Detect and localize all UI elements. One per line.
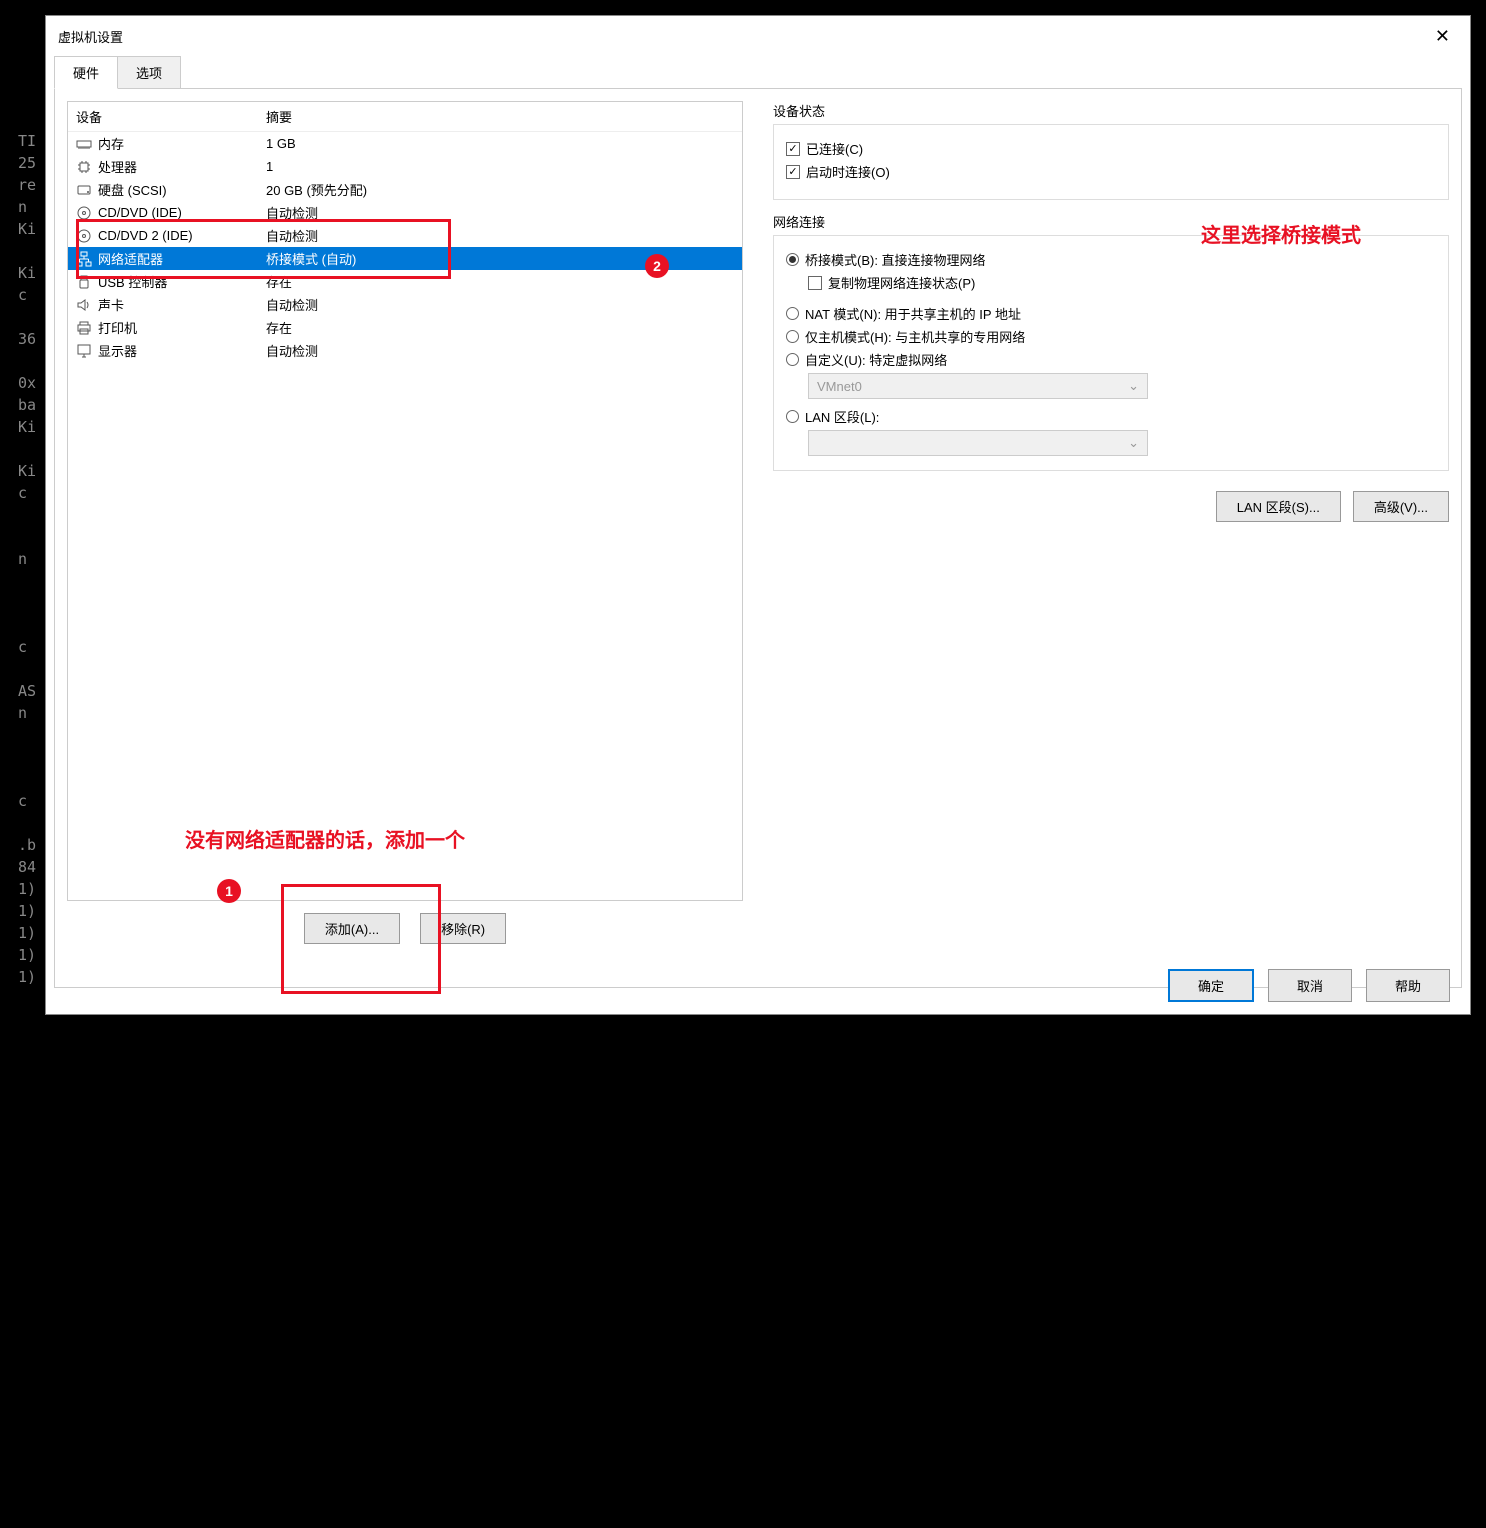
cd-icon bbox=[76, 228, 92, 244]
device-name: 声卡 bbox=[98, 295, 124, 314]
label-nat: NAT 模式(N): 用于共享主机的 IP 地址 bbox=[805, 304, 1021, 323]
vm-settings-dialog: 虚拟机设置 ✕ 硬件 选项 设备 摘要 内存 1 GB 处理器 1 bbox=[45, 15, 1471, 1015]
annotation-text-2: 没有网络适配器的话，添加一个 bbox=[185, 824, 465, 853]
lan-select: ⌄ bbox=[808, 430, 1148, 456]
device-name: USB 控制器 bbox=[98, 272, 167, 291]
titlebar: 虚拟机设置 ✕ bbox=[46, 16, 1470, 56]
vmnet-select: VMnet0 ⌄ bbox=[808, 373, 1148, 399]
device-summary: 自动检测 bbox=[266, 226, 734, 245]
footer-buttons: 确定 取消 帮助 bbox=[1168, 969, 1450, 1002]
device-summary: 自动检测 bbox=[266, 295, 734, 314]
device-state-group: ✓ 已连接(C) ✓ 启动时连接(O) bbox=[773, 124, 1449, 200]
device-row[interactable]: 处理器 1 bbox=[68, 155, 742, 178]
device-summary: 自动检测 bbox=[266, 203, 734, 222]
col-device: 设备 bbox=[76, 107, 266, 126]
tab-hardware[interactable]: 硬件 bbox=[54, 56, 118, 89]
device-name: 打印机 bbox=[98, 318, 137, 337]
radio-bridged[interactable] bbox=[786, 253, 799, 266]
device-name: CD/DVD 2 (IDE) bbox=[98, 228, 193, 243]
label-custom: 自定义(U): 特定虚拟网络 bbox=[805, 350, 947, 369]
usb-icon bbox=[76, 274, 92, 290]
close-button[interactable]: ✕ bbox=[1427, 24, 1458, 49]
device-name: CD/DVD (IDE) bbox=[98, 205, 182, 220]
chevron-down-icon: ⌄ bbox=[1128, 435, 1139, 451]
cancel-button[interactable]: 取消 bbox=[1268, 969, 1352, 1002]
device-name: 内存 bbox=[98, 134, 124, 153]
device-state-title: 设备状态 bbox=[773, 101, 1449, 120]
memory-icon bbox=[76, 136, 92, 152]
device-row[interactable]: 打印机 存在 bbox=[68, 316, 742, 339]
device-row[interactable]: CD/DVD (IDE) 自动检测 bbox=[68, 201, 742, 224]
checkbox-connected[interactable]: ✓ bbox=[786, 142, 800, 156]
help-button[interactable]: 帮助 bbox=[1366, 969, 1450, 1002]
sound-icon bbox=[76, 297, 92, 313]
radio-custom[interactable] bbox=[786, 353, 799, 366]
cpu-icon bbox=[76, 159, 92, 175]
device-row[interactable]: 硬盘 (SCSI) 20 GB (预先分配) bbox=[68, 178, 742, 201]
device-row[interactable]: 显示器 自动检测 bbox=[68, 339, 742, 362]
add-button[interactable]: 添加(A)... bbox=[304, 913, 400, 944]
device-row[interactable]: USB 控制器 存在 bbox=[68, 270, 742, 293]
annotation-badge-1: 1 bbox=[217, 879, 241, 903]
tab-content: 设备 摘要 内存 1 GB 处理器 1 硬盘 (SCSI) 20 GB (预先分… bbox=[54, 88, 1462, 988]
annotation-badge-2: 2 bbox=[645, 254, 669, 278]
tabs: 硬件 选项 bbox=[46, 56, 1470, 89]
device-row[interactable]: CD/DVD 2 (IDE) 自动检测 bbox=[68, 224, 742, 247]
tab-options[interactable]: 选项 bbox=[117, 56, 181, 89]
printer-icon bbox=[76, 320, 92, 336]
label-connected: 已连接(C) bbox=[806, 139, 863, 158]
device-summary: 1 bbox=[266, 159, 734, 174]
radio-lan[interactable] bbox=[786, 410, 799, 423]
col-summary: 摘要 bbox=[266, 107, 292, 126]
bg-left-text: TI 25 re n Ki Ki c 36 0x ba Ki Ki c n c … bbox=[18, 130, 36, 988]
vmnet-value: VMnet0 bbox=[817, 379, 862, 394]
device-row[interactable]: 网络适配器 桥接模式 (自动) bbox=[68, 247, 742, 270]
device-name: 显示器 bbox=[98, 341, 137, 360]
device-row[interactable]: 声卡 自动检测 bbox=[68, 293, 742, 316]
checkbox-connect-startup[interactable]: ✓ bbox=[786, 165, 800, 179]
advanced-button[interactable]: 高级(V)... bbox=[1353, 491, 1449, 522]
device-name: 网络适配器 bbox=[98, 249, 163, 268]
checkbox-replicate[interactable] bbox=[808, 276, 822, 290]
label-connect-startup: 启动时连接(O) bbox=[806, 162, 890, 181]
label-lan: LAN 区段(L): bbox=[805, 407, 879, 426]
label-bridged: 桥接模式(B): 直接连接物理网络 bbox=[805, 250, 986, 269]
device-row[interactable]: 内存 1 GB bbox=[68, 132, 742, 155]
device-list-header: 设备 摘要 bbox=[68, 102, 742, 132]
cd-icon bbox=[76, 205, 92, 221]
ok-button[interactable]: 确定 bbox=[1168, 969, 1254, 1002]
chevron-down-icon: ⌄ bbox=[1128, 378, 1139, 394]
network-icon bbox=[76, 251, 92, 267]
device-summary: 存在 bbox=[266, 318, 734, 337]
device-summary: 自动检测 bbox=[266, 341, 734, 360]
device-summary: 1 GB bbox=[266, 136, 734, 151]
device-name: 硬盘 (SCSI) bbox=[98, 180, 167, 199]
annotation-text-1: 这里选择桥接模式 bbox=[1201, 219, 1361, 248]
label-hostonly: 仅主机模式(H): 与主机共享的专用网络 bbox=[805, 327, 1025, 346]
display-icon bbox=[76, 343, 92, 359]
device-list: 设备 摘要 内存 1 GB 处理器 1 硬盘 (SCSI) 20 GB (预先分… bbox=[67, 101, 743, 901]
network-group: 桥接模式(B): 直接连接物理网络 复制物理网络连接状态(P) NAT 模式(N… bbox=[773, 235, 1449, 471]
remove-button[interactable]: 移除(R) bbox=[420, 913, 506, 944]
lan-segment-button[interactable]: LAN 区段(S)... bbox=[1216, 491, 1341, 522]
label-replicate: 复制物理网络连接状态(P) bbox=[828, 273, 975, 292]
device-name: 处理器 bbox=[98, 157, 137, 176]
radio-hostonly[interactable] bbox=[786, 330, 799, 343]
dialog-title: 虚拟机设置 bbox=[58, 27, 123, 46]
device-summary: 20 GB (预先分配) bbox=[266, 180, 734, 199]
radio-nat[interactable] bbox=[786, 307, 799, 320]
disk-icon bbox=[76, 182, 92, 198]
